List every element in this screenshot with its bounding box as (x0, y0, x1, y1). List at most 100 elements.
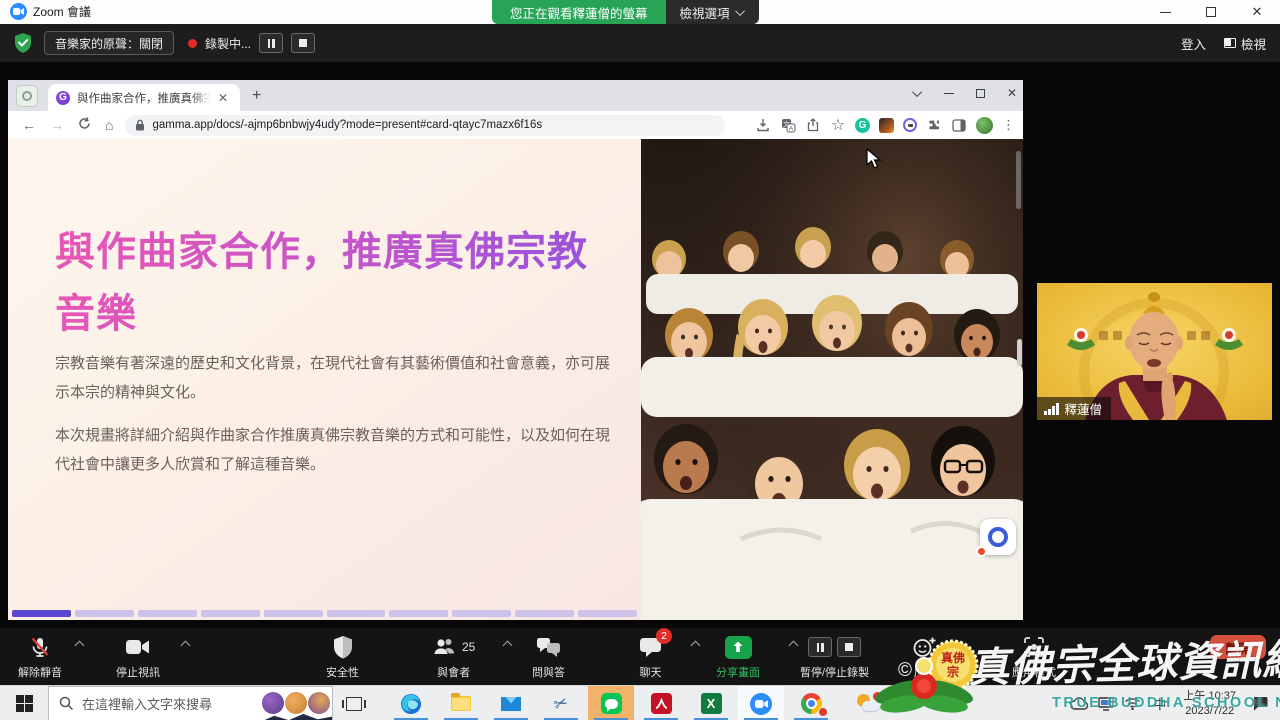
tab-close-icon[interactable]: ✕ (218, 91, 228, 105)
taskbar-snipping[interactable]: ✂ (538, 686, 584, 720)
sign-in-button[interactable]: 登入 (1181, 34, 1206, 53)
security-shield-icon[interactable] (12, 32, 34, 54)
browser-tab[interactable]: G 與作曲家合作，推廣真佛宗教音樂 ✕ (48, 84, 240, 111)
apps-button[interactable]: 應用程式 (1012, 634, 1056, 680)
shield-icon (332, 634, 354, 660)
taskbar-clock[interactable]: 上午 10:37 2023/7/22 (1183, 689, 1236, 719)
participants-chevron-icon[interactable] (503, 641, 513, 651)
unmute-button[interactable]: 解除靜音 (18, 634, 62, 680)
extensions-puzzle-icon[interactable] (926, 117, 942, 133)
gamma-presentation: 與作曲家合作，推廣真佛宗教 音樂 宗教音樂有著深遠的歷史和文化背景，在現代社會有… (8, 139, 1023, 620)
extension-icon-face[interactable] (903, 118, 917, 132)
toolbar-stop-icon[interactable] (837, 637, 861, 657)
slide-progress-bar[interactable] (12, 610, 637, 617)
zoom-app-icon (10, 3, 27, 20)
browser-maximize-button[interactable] (976, 89, 985, 98)
clock-date: 2023/7/22 (1183, 704, 1236, 719)
panel-collapse-handle[interactable] (1017, 339, 1022, 366)
grammarly-extension-icon[interactable]: G (855, 118, 870, 133)
file-explorer-icon (451, 696, 471, 711)
taskbar-weather[interactable] (846, 686, 892, 720)
notification-center-icon[interactable] (1252, 696, 1268, 711)
shared-screen-area: G 與作曲家合作，推廣真佛宗教音樂 ✕ + ✕ ← → ⌂ (0, 62, 1280, 628)
security-button[interactable]: 安全性 (326, 634, 359, 680)
reactions-button[interactable]: 反應 (912, 634, 937, 680)
mic-muted-icon (28, 634, 52, 660)
smiley-plus-icon (912, 634, 937, 660)
qa-button[interactable]: 問與答 (532, 634, 565, 680)
taskbar-mail[interactable] (488, 686, 534, 720)
pause-recording-button[interactable] (259, 33, 283, 53)
signal-bars-icon (1044, 403, 1059, 415)
search-icon (59, 696, 74, 711)
taskbar-explorer[interactable] (438, 686, 484, 720)
browser-scrollbar[interactable] (1016, 151, 1021, 209)
share-screen-button[interactable]: 分享畫面 (716, 634, 760, 680)
chat-badge: 2 (656, 628, 672, 644)
share-chevron-icon[interactable] (789, 641, 799, 651)
view-button[interactable]: 檢視 (1224, 34, 1266, 53)
weather-badge (872, 691, 883, 702)
minimize-button[interactable] (1142, 0, 1188, 24)
taskbar-line[interactable] (588, 686, 634, 720)
pause-stop-record-button[interactable]: 暫停/停止錄製 (800, 634, 869, 680)
reload-icon[interactable] (78, 117, 91, 133)
participants-button[interactable]: 25 與會者 (432, 634, 475, 680)
taskbar-acrobat[interactable] (638, 686, 684, 720)
slide: 與作曲家合作，推廣真佛宗教 音樂 宗教音樂有著深遠的歷史和文化背景，在現代社會有… (8, 139, 641, 620)
mail-icon (501, 697, 521, 711)
url-box[interactable]: gamma.app/docs/-ajmp6bnbwjy4udy?mode=pre… (125, 115, 725, 136)
bookmark-star-icon[interactable]: ☆ (830, 117, 846, 133)
sidebar-icon[interactable] (951, 117, 967, 133)
leave-button[interactable]: 離開 (1210, 635, 1266, 659)
taskbar-chrome[interactable] (788, 686, 834, 720)
viewing-screen-banner: 您正在觀看釋蓮僧的螢幕 (492, 0, 666, 24)
taskbar-excel[interactable]: X (688, 686, 734, 720)
participants-count: 25 (462, 640, 475, 654)
chat-button[interactable]: 2 聊天 (638, 634, 663, 680)
video-chevron-icon[interactable] (181, 641, 191, 651)
stop-recording-button[interactable] (291, 33, 315, 53)
view-options-button[interactable]: 檢視選項 (666, 0, 759, 24)
gamma-widget-face-icon (988, 527, 1008, 547)
gamma-feedback-widget[interactable] (980, 519, 1016, 555)
share-icon[interactable] (805, 117, 821, 133)
stop-video-button[interactable]: 停止視訊 (116, 634, 160, 680)
tray-display-icon[interactable] (1098, 697, 1114, 711)
taskbar-search-input[interactable]: 在這裡輸入文字來搜尋 (48, 686, 333, 720)
close-button[interactable]: ✕ (1234, 0, 1280, 24)
toolbar-pause-icon[interactable] (808, 637, 832, 657)
search-placeholder: 在這裡輸入文字來搜尋 (82, 694, 212, 713)
tray-wifi-icon[interactable] (1124, 697, 1141, 710)
ime-indicator[interactable]: 中 (1153, 694, 1166, 713)
back-icon[interactable]: ← (22, 117, 36, 133)
extension-icon-dark[interactable] (879, 118, 894, 133)
original-sound-button[interactable]: 音樂家的原聲：關閉 (44, 31, 174, 55)
forward-icon[interactable]: → (50, 117, 64, 133)
new-tab-button[interactable]: + (252, 88, 261, 104)
maximize-button[interactable] (1188, 0, 1234, 24)
start-button[interactable] (0, 686, 48, 720)
tab-search-icon[interactable] (16, 85, 38, 107)
taskbar-edge[interactable] (388, 686, 434, 720)
recording-dot-icon (188, 39, 197, 48)
line-app-icon (601, 693, 622, 714)
participant-video[interactable]: 釋蓮僧 (1037, 283, 1272, 420)
tab-list-chevron-icon[interactable] (912, 87, 922, 97)
tray-cloud-icon[interactable] (1070, 697, 1088, 710)
browser-minimize-button[interactable] (944, 93, 954, 94)
home-icon[interactable]: ⌂ (105, 117, 113, 133)
browser-menu-icon[interactable]: ⋮ (1002, 117, 1015, 133)
chat-chevron-icon[interactable] (691, 641, 701, 651)
participant-nameplate: 釋蓮僧 (1037, 397, 1111, 420)
task-view-button[interactable] (342, 693, 366, 714)
snipping-tool-icon: ✂ (551, 692, 571, 716)
translate-icon[interactable]: 文A (780, 117, 796, 133)
address-bar: ← → ⌂ gamma.app/docs/-ajmp6bnbwjy4udy?mo… (8, 111, 1023, 139)
download-icon[interactable] (755, 117, 771, 133)
taskbar-zoom[interactable] (738, 686, 784, 720)
browser-close-button[interactable]: ✕ (1007, 86, 1017, 100)
clock-time: 上午 10:37 (1183, 689, 1236, 704)
profile-avatar[interactable] (976, 117, 993, 134)
unmute-chevron-icon[interactable] (75, 641, 85, 651)
